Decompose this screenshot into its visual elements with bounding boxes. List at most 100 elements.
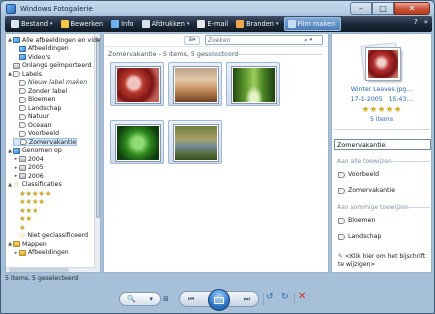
tree-item-niet-geclassificeerd[interactable]: ☆ Niet geclassificeerd: [13, 231, 88, 240]
tree-item-oceaan[interactable]: Oceaan: [13, 121, 52, 129]
tree-item-label: Zomervakantie: [29, 138, 76, 146]
file-name[interactable]: Winter Leaves.jpg...: [332, 86, 431, 93]
tree-item-label: Afbeeldingen: [28, 45, 69, 52]
slideshow-button[interactable]: [208, 289, 230, 311]
chevron-right-icon[interactable]: »: [424, 18, 428, 26]
caption-text[interactable]: <Klik hier om het bijschrift te wijzigen…: [338, 253, 425, 268]
chevron-down-icon[interactable]: ▾: [150, 295, 154, 303]
tree-item-bloemen[interactable]: Bloemen: [13, 96, 55, 104]
tree-item-natuur[interactable]: Natuur: [13, 113, 49, 121]
search-box[interactable]: ⌕ ▾: [205, 35, 323, 45]
zoom-control[interactable]: 🔍 ▾: [119, 292, 161, 306]
tag-icon: [19, 130, 26, 137]
green-plant-thumb[interactable]: [110, 120, 164, 164]
toolbar-info-button[interactable]: Info: [108, 17, 138, 31]
calendar-icon: [19, 164, 26, 171]
search-input[interactable]: [206, 36, 302, 44]
chevron-down-icon[interactable]: ▾: [50, 21, 53, 27]
maximize-button[interactable]: □: [372, 2, 394, 15]
caption-link[interactable]: ✎ <Klik hier om het bijschrift te wijzig…: [338, 253, 428, 268]
previous-button[interactable]: ⏮: [188, 295, 194, 304]
toolbar-branden-button[interactable]: Branden ▾: [233, 17, 283, 31]
control-separator: [263, 293, 264, 305]
tree-item-alle-afbeeldingen-en-vide[interactable]: ▲ Alle afbeeldingen en vide: [7, 36, 100, 44]
rating-stars-value[interactable]: ★★★★★: [361, 105, 401, 115]
tree-item-rating-3[interactable]: ★★★: [13, 206, 39, 215]
tree-item-2004[interactable]: ▸ 2004: [13, 155, 44, 163]
toolbar-bewerken-button[interactable]: Bewerken: [58, 17, 109, 31]
nav-scrollbar-horizontal[interactable]: [6, 267, 96, 272]
rotate-cw-button[interactable]: ↻: [281, 292, 289, 302]
search-icon[interactable]: ⌕: [304, 36, 308, 45]
toolbar-e-mail-button[interactable]: E-mail: [194, 17, 233, 31]
delete-button[interactable]: ✕: [298, 291, 306, 302]
chevron-down-icon[interactable]: ▾: [187, 21, 190, 27]
folder-icon: [13, 241, 20, 247]
file-time[interactable]: 15:43...: [389, 96, 413, 103]
stream-thumb[interactable]: [168, 120, 222, 164]
tree-item-landschap[interactable]: Landschap: [13, 104, 61, 112]
assigned-tag-voorbeeld[interactable]: Voorbeeld: [338, 171, 379, 178]
minimize-button[interactable]: –: [350, 2, 372, 15]
tree-item-mappen[interactable]: ▲ Mappen: [7, 240, 47, 248]
tag-icon: [338, 233, 345, 240]
control-separator: [294, 293, 295, 305]
close-button[interactable]: ✕: [394, 2, 430, 15]
tag-input[interactable]: [334, 139, 431, 150]
tree-item-labels[interactable]: ▲ Labels: [7, 70, 42, 78]
tree-item-rating-5[interactable]: ★★★★★: [13, 189, 51, 198]
tree-item-label: Natuur: [28, 113, 50, 120]
pictures-icon: [13, 37, 20, 43]
command-toolbar: Bestand ▾ Bewerken Info Afdrukken ▾ E-mail Bran…: [5, 16, 432, 32]
tree-item-rating-1[interactable]: ★: [13, 223, 26, 232]
chevron-down-icon[interactable]: ▾: [310, 37, 313, 43]
tree-item-afbeeldingen[interactable]: ▸ Afbeeldingen: [13, 249, 69, 257]
help-icon[interactable]: ?: [414, 18, 418, 26]
tree-item-afbeeldingen[interactable]: Afbeeldingen: [13, 45, 69, 53]
file-date[interactable]: 17-1-2005: [351, 96, 383, 103]
tag-icon: [19, 79, 26, 86]
preview-thumbnail: [366, 48, 400, 80]
next-button[interactable]: ⏭: [244, 295, 250, 304]
printer-icon: [141, 20, 150, 28]
assign-some-heading: Aan sommige toewijzen: [337, 204, 409, 211]
nav-hscroll-thumb[interactable]: [9, 268, 69, 272]
tree-item-voorbeeld[interactable]: Voorbeeld: [13, 130, 59, 138]
tree-item-genomen-op[interactable]: ▲ Genomen op: [7, 147, 62, 155]
tree-item-video-s[interactable]: Video's: [13, 53, 50, 61]
tree-item-zonder-label[interactable]: Zonder label: [13, 87, 67, 95]
chevron-down-icon[interactable]: ▾: [276, 21, 279, 27]
tree-item-nieuw-label-maken[interactable]: Nieuw label maken: [13, 79, 87, 87]
view-options-button[interactable]: ⊞▾: [184, 36, 200, 45]
tree-item-2005[interactable]: ▸ 2005: [13, 164, 44, 172]
toolbar-film-maken-button[interactable]: Film maken: [283, 17, 342, 31]
rating-stars[interactable]: ★★★★★: [332, 105, 431, 115]
tree-item-onlangs-ge-mporteerd[interactable]: Onlangs geïmporteerd: [7, 62, 91, 70]
tree-item-classificaties[interactable]: ▲ ☆ Classificaties: [7, 180, 62, 189]
zoom-icon[interactable]: 🔍: [127, 295, 136, 303]
item-count: 5 items: [369, 116, 394, 123]
pictures-icon: [13, 147, 20, 154]
assign-all-line: [390, 161, 430, 162]
rotate-ccw-button[interactable]: ↺: [266, 292, 274, 302]
tree-item-2006[interactable]: ▸ 2006: [13, 172, 44, 180]
nav-scrollbar-vertical[interactable]: [94, 34, 100, 272]
tree-item-rating-2[interactable]: ★★: [13, 214, 32, 223]
toolbar-label: Bewerken: [70, 20, 104, 28]
forest-thumb[interactable]: [226, 62, 280, 106]
assigned-tag-landschap[interactable]: Landschap: [338, 233, 381, 240]
toolbar-bestand-button[interactable]: Bestand ▾: [8, 17, 58, 31]
assigned-tag-bloemen[interactable]: Bloemen: [338, 217, 375, 224]
tree-item-rating-4[interactable]: ★★★★: [13, 197, 45, 206]
winter-leaves-thumb[interactable]: [110, 62, 164, 106]
caption-buttons: – □ ✕: [350, 2, 430, 15]
toolbar-label: Info: [121, 20, 134, 28]
actual-size-icon[interactable]: ⊞: [163, 295, 169, 303]
toolbar-afdrukken-button[interactable]: Afdrukken ▾: [139, 17, 195, 31]
desert-thumb[interactable]: [168, 62, 222, 106]
nav-scrollbar-thumb[interactable]: [96, 38, 100, 218]
thumbnail-pane: ⊞▾ ⌕ ▾ Zomervakantie - 5 items, 5 gesele…: [103, 33, 329, 273]
tree-item-zomervakantie[interactable]: Zomervakantie: [13, 138, 77, 146]
toolbar-label: Film maken: [297, 20, 336, 28]
assigned-tag-zomervakantie[interactable]: Zomervakantie: [338, 187, 395, 194]
